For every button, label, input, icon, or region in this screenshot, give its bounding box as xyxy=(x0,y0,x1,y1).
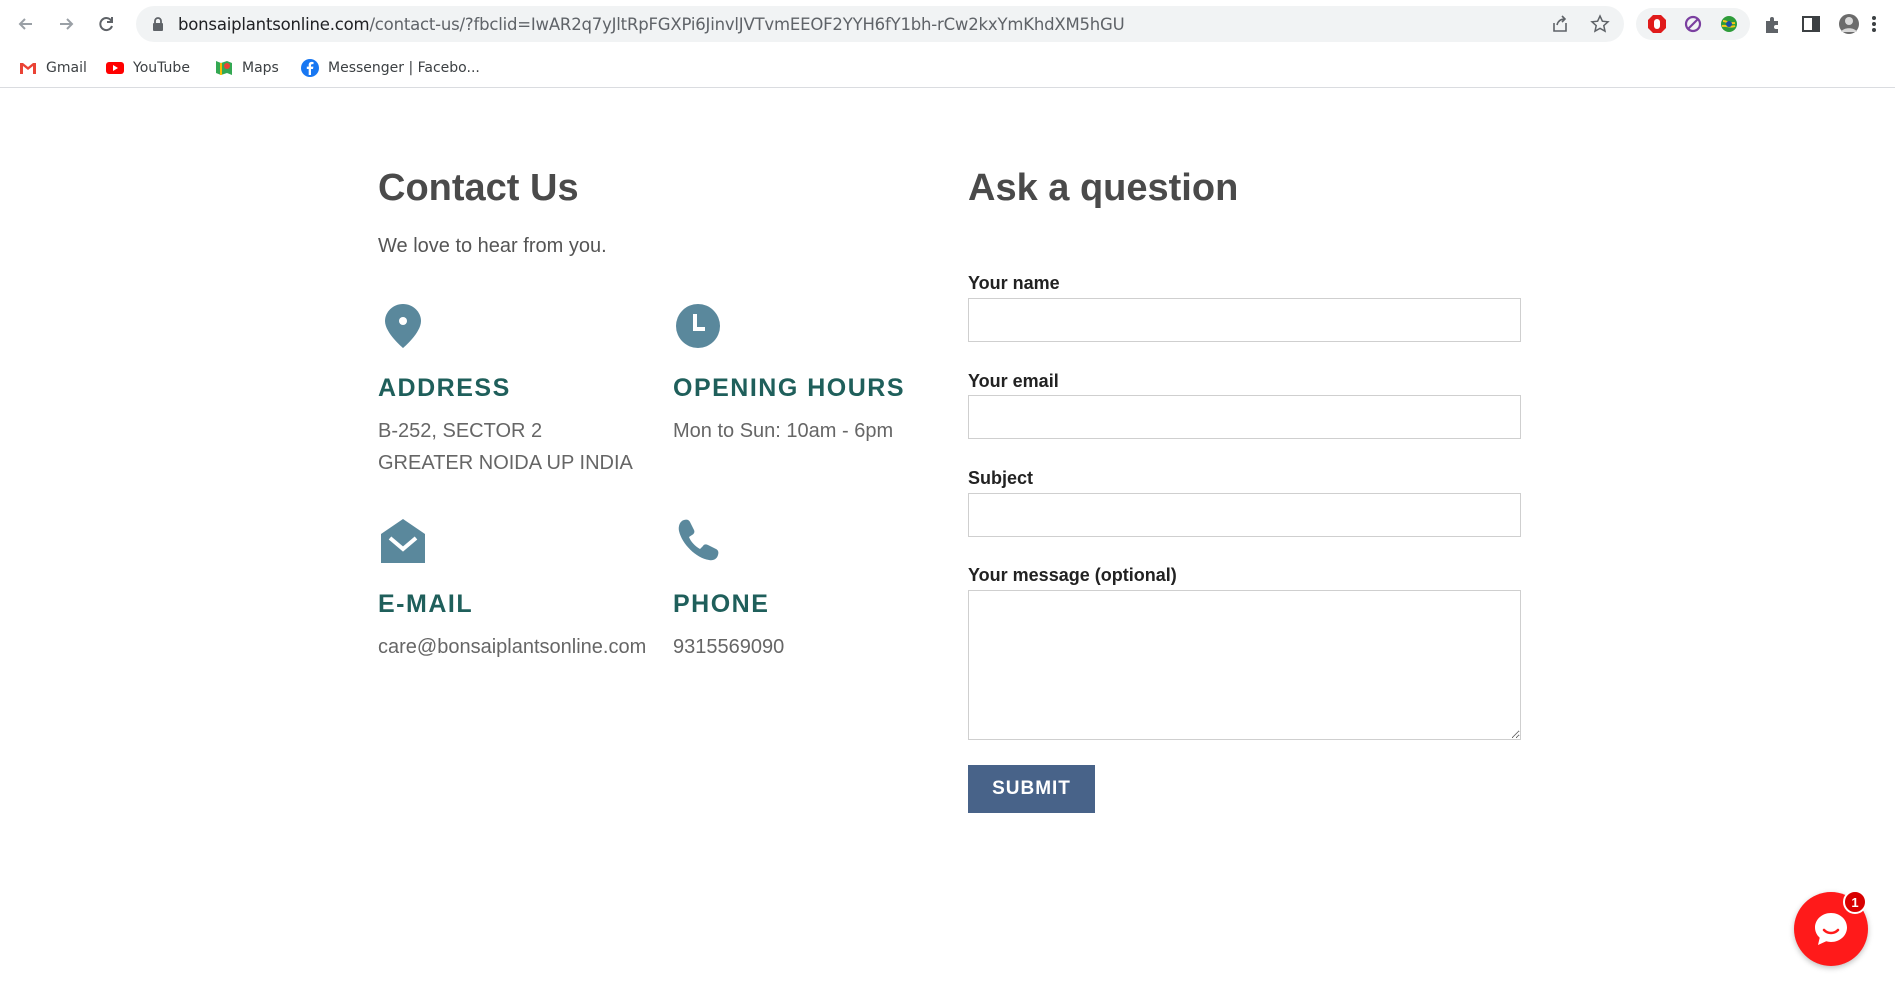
youtube-icon xyxy=(106,62,124,74)
block-icon xyxy=(1684,15,1702,33)
email-label: Your email xyxy=(968,371,1059,391)
location-pin-icon xyxy=(385,304,421,348)
reload-icon xyxy=(99,17,113,32)
extensions-button[interactable] xyxy=(1762,13,1784,35)
back-button[interactable] xyxy=(12,10,40,38)
form-title: Ask a question xyxy=(968,167,1239,209)
address-line-1: B-252, SECTOR 2 xyxy=(378,420,543,442)
address-title: ADDRESS xyxy=(378,374,511,402)
contact-title: Contact Us xyxy=(378,167,579,209)
phone-title: PHONE xyxy=(673,590,770,618)
bookmark-youtube[interactable]: YouTube xyxy=(105,56,190,80)
opening-hours-text: Mon to Sun: 10am - 6pm xyxy=(673,420,894,442)
maps-icon xyxy=(216,61,232,75)
address-line-2: GREATER NOIDA UP INDIA xyxy=(378,452,633,474)
facebook-icon xyxy=(301,59,319,77)
side-panel-button[interactable] xyxy=(1800,13,1822,35)
message-label: Your message (optional) xyxy=(968,565,1177,585)
submit-button[interactable]: SUBMIT xyxy=(968,765,1095,813)
reload-button[interactable] xyxy=(92,10,120,38)
globe-icon xyxy=(1721,16,1737,32)
profile-avatar[interactable] xyxy=(1838,13,1860,35)
phone-text[interactable]: 9315569090 xyxy=(673,631,784,663)
url-text[interactable]: bonsaiplantsonline.com/contact-us/?fbcli… xyxy=(178,15,1125,34)
bookmark-label: YouTube xyxy=(133,60,190,76)
address-bar[interactable]: bonsaiplantsonline.com/contact-us/?fbcli… xyxy=(136,6,1624,42)
more-vert-icon xyxy=(1872,16,1876,32)
url-path: /contact-us/?fbclid=IwAR2q7yJltRpFGXPi6J… xyxy=(369,15,1125,34)
star-icon[interactable] xyxy=(1590,14,1610,34)
chat-notification-badge: 1 xyxy=(1843,890,1867,914)
bookmark-label: Maps xyxy=(242,60,279,76)
chat-bubble-icon xyxy=(1815,913,1847,945)
name-input[interactable] xyxy=(968,298,1521,342)
email-input[interactable] xyxy=(968,395,1521,439)
browser-toolbar: bonsaiplantsonline.com/contact-us/?fbcli… xyxy=(0,0,1895,48)
email-title: E-MAIL xyxy=(378,590,474,618)
opening-hours-title: OPENING HOURS xyxy=(673,374,906,402)
subject-input[interactable] xyxy=(968,493,1521,537)
bookmark-label: Gmail xyxy=(46,60,87,76)
bookmarks-bar: Gmail YouTube Maps Messenger | Facebo... xyxy=(0,48,1895,88)
avatar-icon xyxy=(1839,14,1859,34)
extensions-pill xyxy=(1636,8,1750,40)
clock-icon xyxy=(676,304,720,348)
url-host: bonsaiplantsonline.com xyxy=(178,15,370,34)
bookmark-maps[interactable]: Maps xyxy=(214,56,279,80)
gmail-icon xyxy=(20,63,36,74)
arrow-left-icon xyxy=(18,18,32,30)
browser-menu-button[interactable] xyxy=(1870,13,1878,35)
envelope-icon xyxy=(381,519,425,563)
arrow-right-icon xyxy=(60,18,74,30)
bookmark-label: Messenger | Facebo... xyxy=(328,60,480,76)
puzzle-icon xyxy=(1766,17,1778,33)
extensions-area xyxy=(1636,8,1878,40)
email-text[interactable]: care@bonsaiplantsonline.com xyxy=(378,631,646,663)
bookmark-messenger[interactable]: Messenger | Facebo... xyxy=(300,56,480,80)
message-textarea[interactable] xyxy=(968,590,1521,740)
bookmark-gmail[interactable]: Gmail xyxy=(18,56,87,80)
lock-icon xyxy=(153,17,163,31)
adblock-extension[interactable] xyxy=(1646,13,1668,35)
share-icon[interactable] xyxy=(1550,14,1570,34)
globe-extension[interactable] xyxy=(1718,13,1740,35)
phone-icon xyxy=(678,519,719,561)
name-label: Your name xyxy=(968,273,1060,293)
subject-label: Subject xyxy=(968,468,1034,488)
adblock-icon xyxy=(1648,15,1666,33)
contact-intro: We love to hear from you. xyxy=(378,235,607,257)
side-panel-icon xyxy=(1802,16,1820,32)
forward-button[interactable] xyxy=(52,10,80,38)
block-extension[interactable] xyxy=(1682,13,1704,35)
